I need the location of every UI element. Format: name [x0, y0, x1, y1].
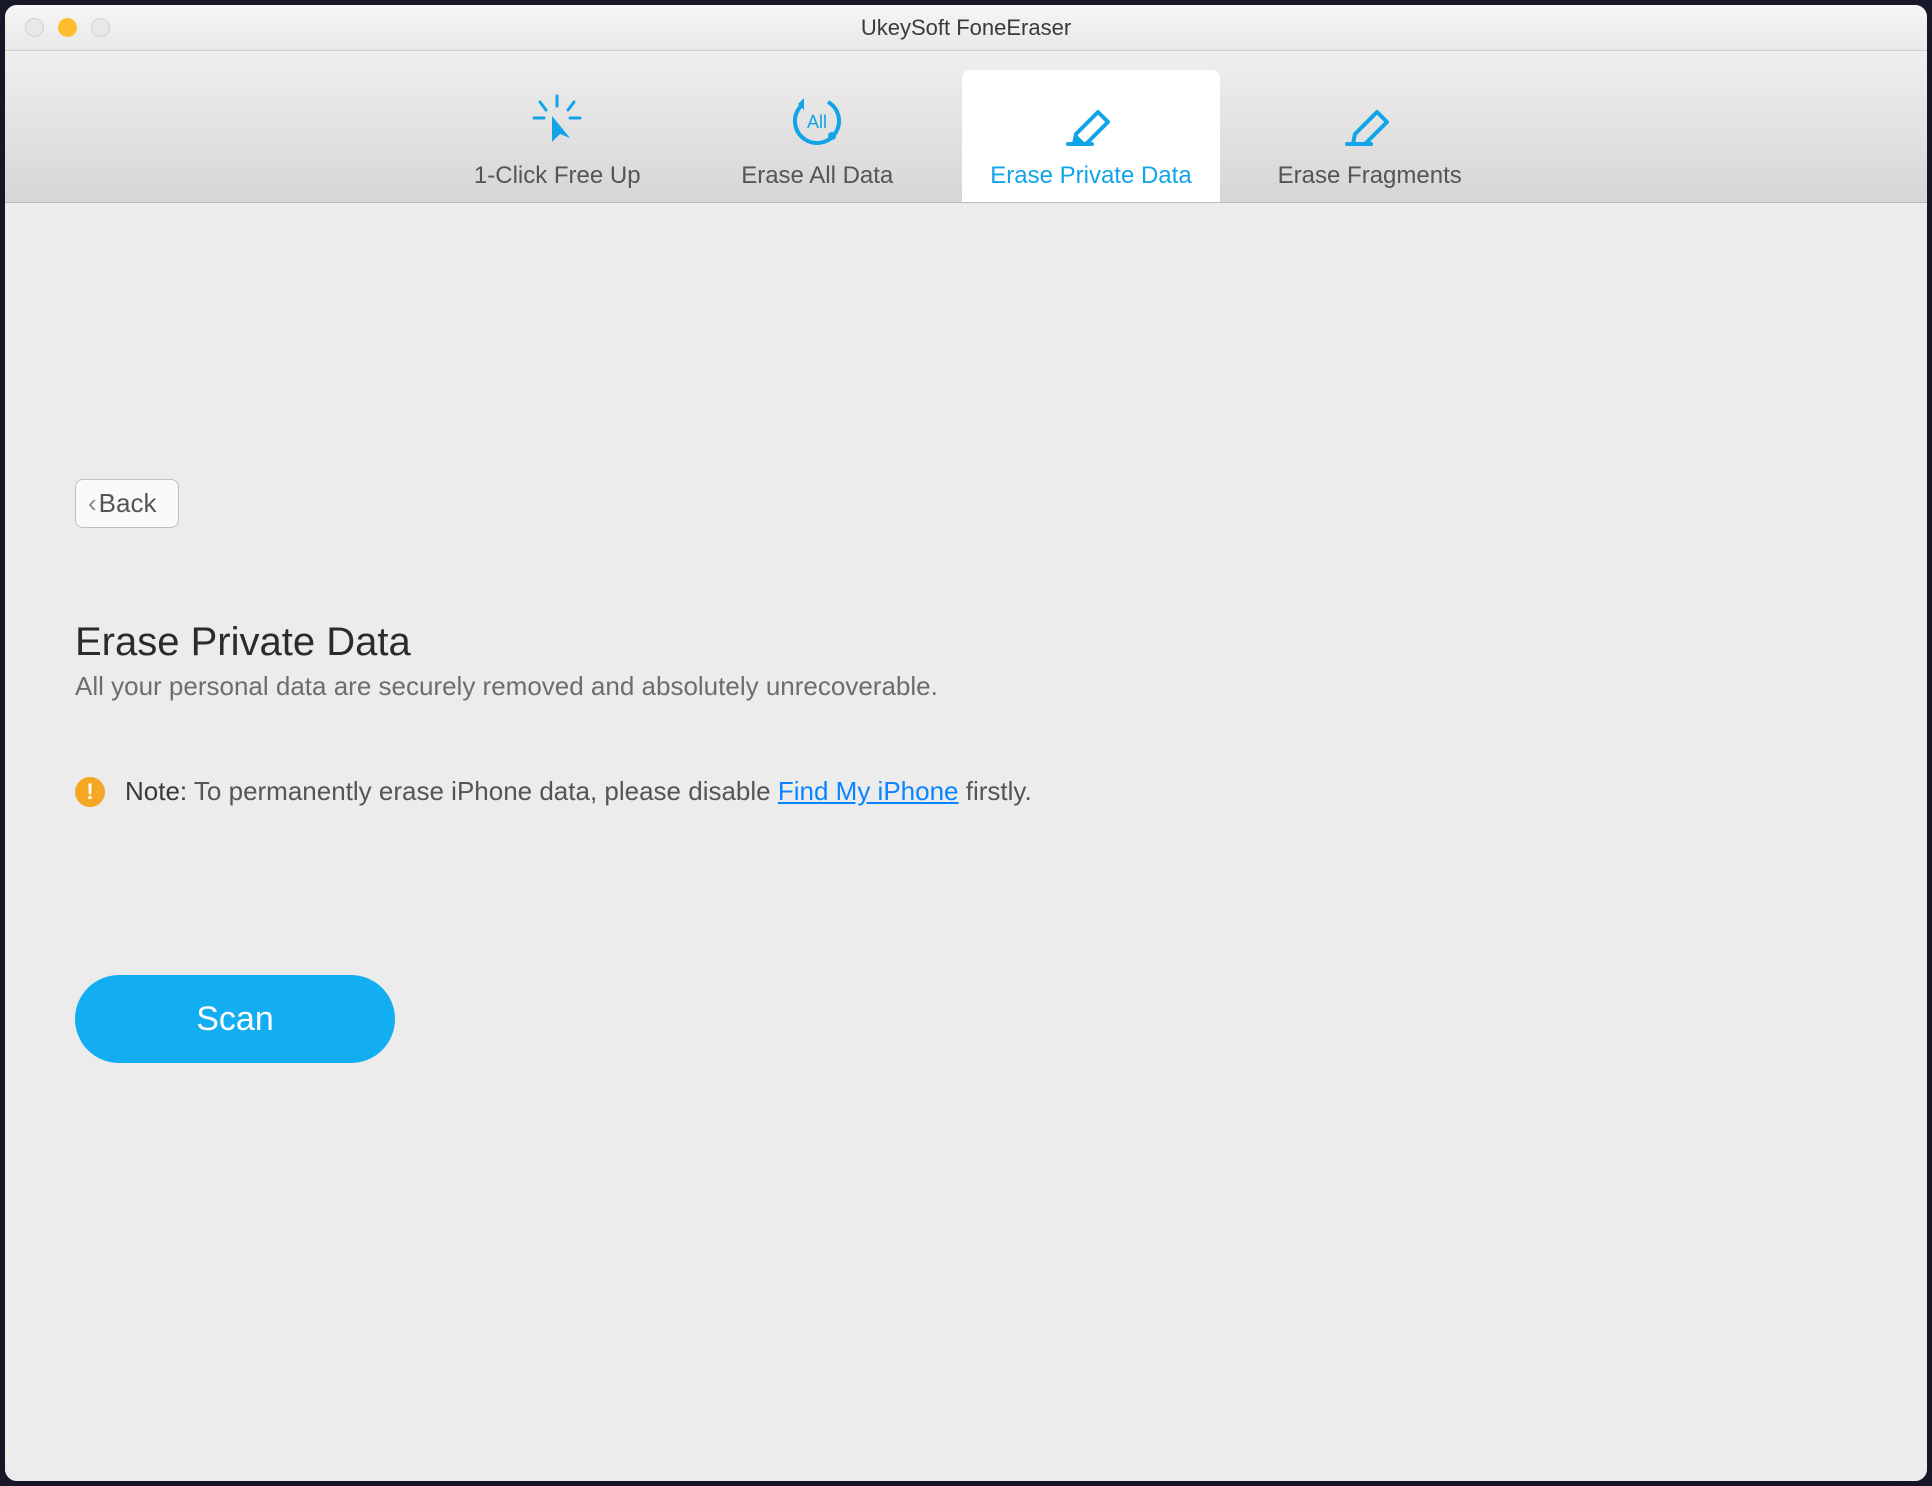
tab-label: 1-Click Free Up [474, 162, 641, 190]
tab-1-click-free-up[interactable]: 1-Click Free Up [442, 70, 672, 202]
note-row: ! Note: To permanently erase iPhone data… [75, 776, 1857, 807]
erase-all-data-icon: All [790, 94, 844, 148]
note-text: Note: To permanently erase iPhone data, … [125, 776, 1032, 807]
svg-text:All: All [807, 112, 827, 132]
traffic-lights [5, 18, 110, 37]
content-area: ‹ Back Erase Private Data All your perso… [5, 203, 1927, 1481]
tab-erase-private-data[interactable]: Erase Private Data [962, 70, 1219, 202]
minimize-window-button[interactable] [58, 18, 77, 37]
click-free-up-icon [530, 94, 584, 148]
scan-button-label: Scan [196, 1000, 274, 1039]
scan-button[interactable]: Scan [75, 975, 395, 1063]
tab-erase-all-data[interactable]: All Erase All Data [702, 70, 932, 202]
note-label: Note: [125, 776, 187, 806]
maximize-window-button[interactable] [91, 18, 110, 37]
tab-label: Erase All Data [741, 162, 893, 190]
tab-label: Erase Private Data [990, 162, 1191, 190]
erase-private-data-icon [1064, 94, 1118, 148]
find-my-iphone-link[interactable]: Find My iPhone [778, 776, 959, 806]
titlebar: UkeySoft FoneEraser [5, 5, 1927, 51]
app-window: UkeySoft FoneEraser 1-Click Free Up [5, 5, 1927, 1481]
tab-erase-fragments[interactable]: Erase Fragments [1250, 70, 1490, 202]
note-prefix: To permanently erase iPhone data, please… [194, 776, 778, 806]
back-button[interactable]: ‹ Back [75, 479, 179, 528]
tab-label: Erase Fragments [1278, 162, 1462, 190]
back-button-label: Back [99, 488, 157, 519]
window-title: UkeySoft FoneEraser [861, 15, 1071, 41]
close-window-button[interactable] [25, 18, 44, 37]
note-suffix: firstly. [959, 776, 1032, 806]
page-title: Erase Private Data [75, 620, 1857, 665]
tab-bar: 1-Click Free Up All Erase All Data [5, 51, 1927, 203]
page-subtitle: All your personal data are securely remo… [75, 671, 1857, 702]
warning-icon: ! [75, 777, 105, 807]
chevron-left-icon: ‹ [88, 488, 97, 519]
erase-fragments-icon [1343, 94, 1397, 148]
